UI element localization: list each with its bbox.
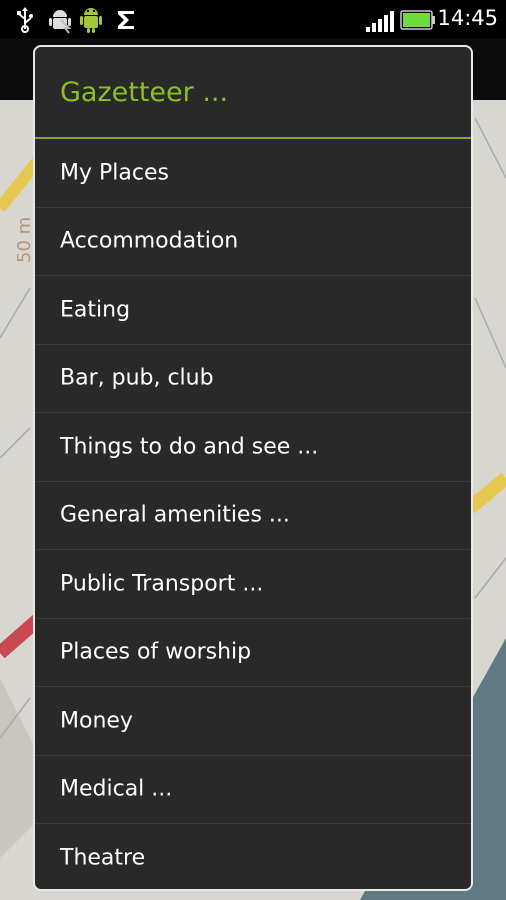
- gazetteer-list: My Places Accommodation Eating Bar, pub,…: [35, 139, 471, 889]
- list-item-eating[interactable]: Eating: [35, 276, 471, 345]
- list-item-label: Accommodation: [60, 228, 239, 254]
- android-debug-icon: [49, 10, 72, 34]
- list-item-label: Medical ...: [60, 776, 173, 802]
- list-item-my-places[interactable]: My Places: [35, 139, 471, 208]
- list-item-theatre[interactable]: Theatre: [35, 824, 471, 889]
- list-item-things-to-do[interactable]: Things to do and see ...: [35, 413, 471, 482]
- dialog-header: Gazetteer ...: [35, 47, 471, 139]
- sync-icon: [118, 11, 134, 29]
- battery-icon: [400, 10, 435, 30]
- list-item-label: Eating: [60, 297, 131, 323]
- list-item-bar-pub-club[interactable]: Bar, pub, club: [35, 345, 471, 413]
- list-item-label: Bar, pub, club: [60, 365, 214, 391]
- list-item-label: Public Transport ...: [60, 571, 264, 597]
- android-icon: [80, 8, 102, 33]
- dialog-title: Gazetteer ...: [60, 77, 229, 108]
- map-scale-label: 50 m: [14, 216, 35, 263]
- list-item-general-amenities[interactable]: General amenities ...: [35, 482, 471, 550]
- list-item-label: General amenities ...: [60, 502, 290, 528]
- usb-icon: [17, 7, 33, 33]
- list-item-label: Places of worship: [60, 639, 252, 665]
- list-item-money[interactable]: Money: [35, 687, 471, 756]
- list-item-accommodation[interactable]: Accommodation: [35, 208, 471, 276]
- list-item-label: Things to do and see ...: [60, 434, 319, 460]
- list-item-places-of-worship[interactable]: Places of worship: [35, 619, 471, 687]
- gazetteer-dialog: Gazetteer ... My Places Accommodation Ea…: [33, 45, 473, 891]
- list-item-medical[interactable]: Medical ...: [35, 756, 471, 824]
- list-item-label: Money: [60, 708, 133, 734]
- signal-icon: [366, 11, 394, 32]
- status-bar: 14:45: [0, 0, 506, 38]
- list-item-label: Theatre: [60, 845, 146, 871]
- list-item-public-transport[interactable]: Public Transport ...: [35, 550, 471, 619]
- status-time: 14:45: [437, 6, 498, 30]
- list-item-label: My Places: [60, 160, 169, 186]
